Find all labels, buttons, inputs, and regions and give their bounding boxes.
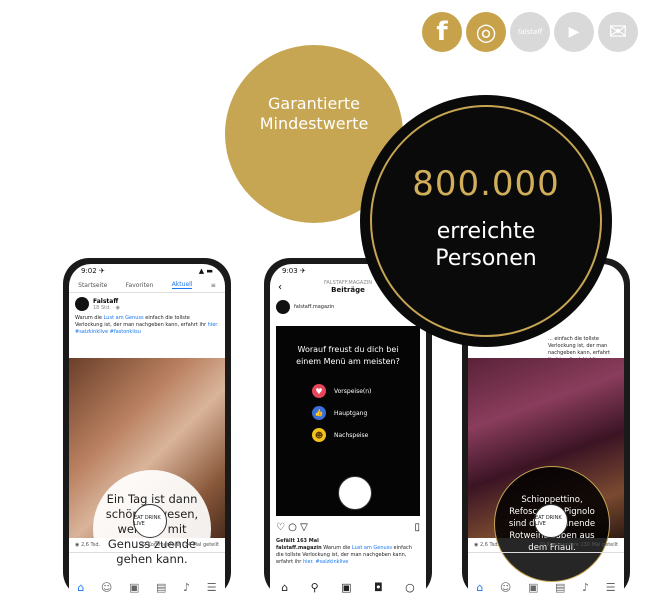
- bottom-nav: ⌂ ☺ ▣ ▤ ♪ ☰: [468, 576, 624, 598]
- ig-account-name[interactable]: falstaff.magazin: [294, 304, 334, 310]
- post-meta: 18 Std. · ◉: [93, 304, 120, 311]
- caption-hashtags[interactable]: hier. #salzkinklive: [303, 559, 348, 565]
- comment-icon[interactable]: ○: [288, 522, 297, 533]
- reach-line-2: Personen: [435, 246, 537, 271]
- like-count[interactable]: Gefällt 163 Mal: [276, 538, 420, 545]
- eat-drink-live-logo: EAT DRINK LIVE: [534, 504, 568, 538]
- reels-icon[interactable]: ▣: [341, 581, 351, 594]
- eat-drink-live-logo: [338, 476, 372, 510]
- share-count[interactable]: 130 Mal geteilt: [580, 542, 618, 548]
- phone-facebook: 9:02 ✈ ▲ ▬ Startseite Favoriten Aktuell …: [63, 258, 231, 598]
- reach-number: 800.000: [412, 164, 560, 204]
- post-photo: Ein Tag ist dann schön gewesen, wenn er …: [69, 358, 225, 588]
- tab-aktuell[interactable]: Aktuell: [171, 281, 193, 289]
- facebook-icon[interactable]: f: [422, 12, 462, 52]
- poll-image: Worauf freust du dich bei einem Menü am …: [276, 326, 420, 516]
- youtube-icon[interactable]: ▶: [554, 12, 594, 52]
- poll-option-label: Vorspeise(n): [334, 387, 372, 395]
- caption-text: Warum die: [321, 545, 352, 551]
- guaranteed-line-1: Garantierte: [268, 94, 360, 113]
- home-icon[interactable]: ⌂: [77, 581, 84, 594]
- share-count[interactable]: 134 Mal geteilt: [181, 542, 219, 548]
- comment-count[interactable]: 29 Kommentare: [140, 542, 180, 548]
- watch-icon[interactable]: ▣: [528, 581, 538, 594]
- post-stats: ◉ 2,6 Tsd. 29 Kommentare 130 Mal geteilt: [468, 538, 624, 553]
- bottom-nav: ⌂ ⚲ ▣ ◘ ○: [270, 576, 426, 598]
- post-link[interactable]: Lust am Genuss: [104, 315, 144, 321]
- reach-badge-ring: 800.000 erreichte Personen: [370, 105, 602, 337]
- friends-icon[interactable]: ☺: [500, 581, 511, 594]
- marketplace-icon[interactable]: ▤: [156, 581, 166, 594]
- eat-drink-live-logo: EAT DRINK LIVE: [133, 504, 167, 538]
- watch-icon[interactable]: ▣: [129, 581, 139, 594]
- home-icon[interactable]: ⌂: [281, 581, 288, 594]
- thumbs-up-icon: 👍: [312, 406, 326, 420]
- caption-account[interactable]: falstaff.magazin: [276, 545, 322, 551]
- poll-option[interactable]: ♥ Vorspeise(n): [312, 384, 420, 398]
- back-icon[interactable]: ‹: [278, 282, 282, 293]
- reach-badge: 800.000 erreichte Personen: [360, 95, 612, 347]
- ig-caption: Gefällt 163 Mal falstaff.magazin Warum d…: [276, 538, 420, 566]
- post-header: Falstaff 18 Std. · ◉: [69, 293, 225, 315]
- menu-icon[interactable]: ☰: [207, 581, 217, 594]
- post-text-part: Warum die: [75, 315, 104, 321]
- notifications-icon[interactable]: ♪: [582, 581, 589, 594]
- bookmark-icon[interactable]: ▯: [414, 522, 420, 533]
- post-photo: Schioppettino, Refosco und Pignolo sind …: [468, 358, 624, 582]
- profile-icon[interactable]: ○: [405, 581, 415, 594]
- phone-screen: 9:02 ✈ ▲ ▬ Startseite Favoriten Aktuell …: [69, 264, 225, 598]
- poll-option[interactable]: 👍 Hauptgang: [312, 406, 420, 420]
- marketplace-icon[interactable]: ▤: [555, 581, 565, 594]
- status-bar: 9:02 ✈ ▲ ▬: [69, 264, 225, 278]
- heart-icon: ♥: [312, 384, 326, 398]
- reach-line-1: erreichte: [436, 219, 536, 244]
- reaction-count[interactable]: ◉ 2,6 Tsd.: [474, 542, 499, 548]
- bottom-nav: ⌂ ☺ ▣ ▤ ♪ ☰: [69, 576, 225, 598]
- poll-option[interactable]: ☻ Nachspeise: [312, 428, 420, 442]
- ig-actions: ♡ ○ ▽ ▯: [276, 522, 420, 533]
- avatar[interactable]: [276, 300, 290, 314]
- feed-tabs: Startseite Favoriten Aktuell ≡: [69, 278, 225, 293]
- page-name[interactable]: Falstaff: [93, 298, 120, 305]
- poll-option-label: Nachspeise: [334, 431, 369, 439]
- search-icon[interactable]: ⚲: [311, 581, 319, 594]
- friends-icon[interactable]: ☺: [101, 581, 112, 594]
- status-signal: ▲ ▬: [198, 267, 213, 275]
- status-time: 9:02 ✈: [81, 267, 105, 275]
- reaction-count[interactable]: ◉ 2,6 Tsd.: [75, 542, 100, 548]
- instagram-icon[interactable]: ◎: [466, 12, 506, 52]
- status-time: 9:03 ✈: [282, 267, 306, 275]
- comment-count[interactable]: 29 Kommentare: [539, 542, 579, 548]
- tab-startseite[interactable]: Startseite: [78, 282, 107, 289]
- menu-icon[interactable]: ☰: [606, 581, 616, 594]
- post-text: Warum die Lust am Genuss einfach die tol…: [69, 315, 225, 345]
- filter-icon[interactable]: ≡: [211, 282, 216, 289]
- guaranteed-line-2: Mindestwerte: [259, 114, 369, 133]
- mail-icon[interactable]: ✉: [598, 12, 638, 52]
- notifications-icon[interactable]: ♪: [183, 581, 190, 594]
- post-stats: ◉ 2,6 Tsd. 29 Kommentare 134 Mal geteilt: [69, 538, 225, 553]
- like-icon[interactable]: ♡: [276, 522, 285, 533]
- reach-label: erreichte Personen: [435, 218, 536, 272]
- laugh-emoji-icon: ☻: [312, 428, 326, 442]
- tab-favoriten[interactable]: Favoriten: [126, 282, 154, 289]
- falstaff-icon[interactable]: falstaff: [510, 12, 550, 52]
- poll-option-label: Hauptgang: [334, 409, 368, 417]
- send-icon[interactable]: ▽: [300, 522, 308, 533]
- caption-link[interactable]: Lust am Genuss: [352, 545, 392, 551]
- avatar[interactable]: [75, 297, 89, 311]
- shop-icon[interactable]: ◘: [374, 581, 383, 594]
- home-icon[interactable]: ⌂: [476, 581, 483, 594]
- social-links: f ◎ falstaff ▶ ✉: [422, 12, 652, 52]
- poll-question: Worauf freust du dich bei einem Menü am …: [296, 345, 400, 366]
